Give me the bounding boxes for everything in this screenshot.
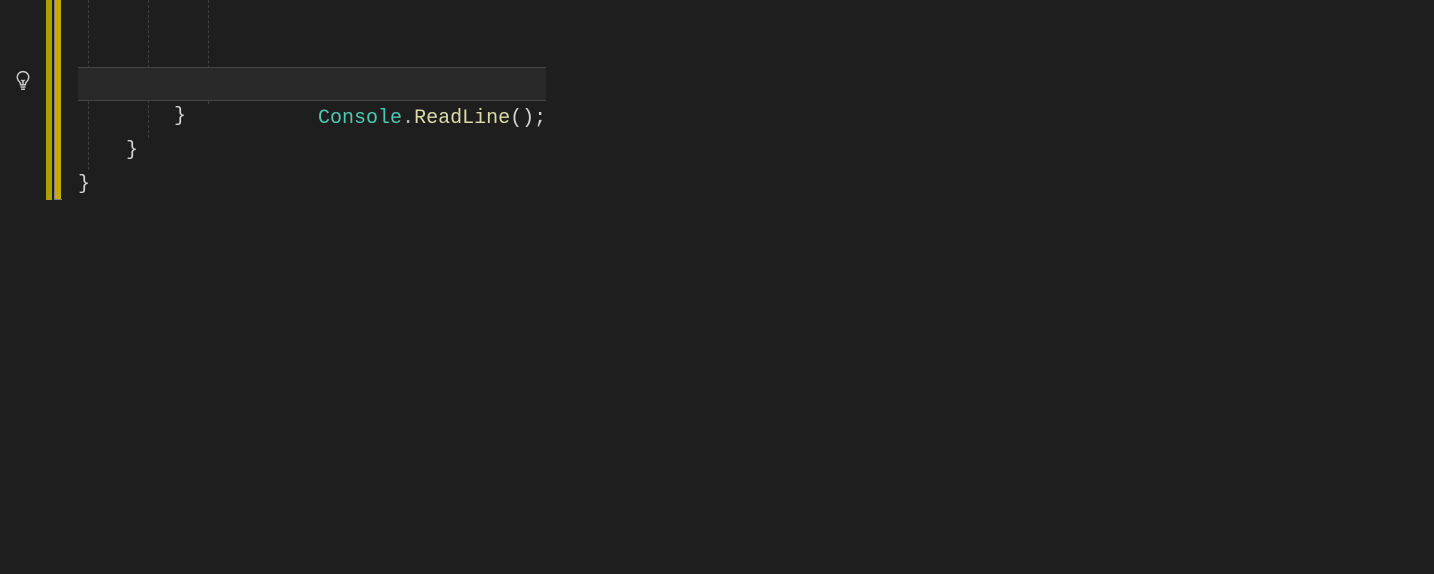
token-brace: } xyxy=(78,173,90,196)
code-area[interactable]: Console.ReadLine(); } } } xyxy=(78,0,1434,574)
code-line[interactable]: } xyxy=(78,100,546,134)
code-line[interactable] xyxy=(78,0,546,34)
glyph-margin xyxy=(0,0,44,574)
code-line[interactable]: } xyxy=(78,168,546,202)
code-text: } xyxy=(78,105,186,128)
lightbulb-icon[interactable] xyxy=(14,70,34,96)
code-line[interactable]: } xyxy=(78,134,546,168)
code-editor[interactable]: Console.ReadLine(); } } } xyxy=(0,0,1434,574)
token-brace: } xyxy=(174,105,186,128)
code-line-current[interactable]: Console.ReadLine(); xyxy=(78,67,546,101)
code-text: } xyxy=(78,173,90,196)
code-line[interactable] xyxy=(78,34,546,68)
code-text: } xyxy=(78,139,138,162)
token-brace: } xyxy=(126,139,138,162)
outline-margin xyxy=(44,0,78,574)
